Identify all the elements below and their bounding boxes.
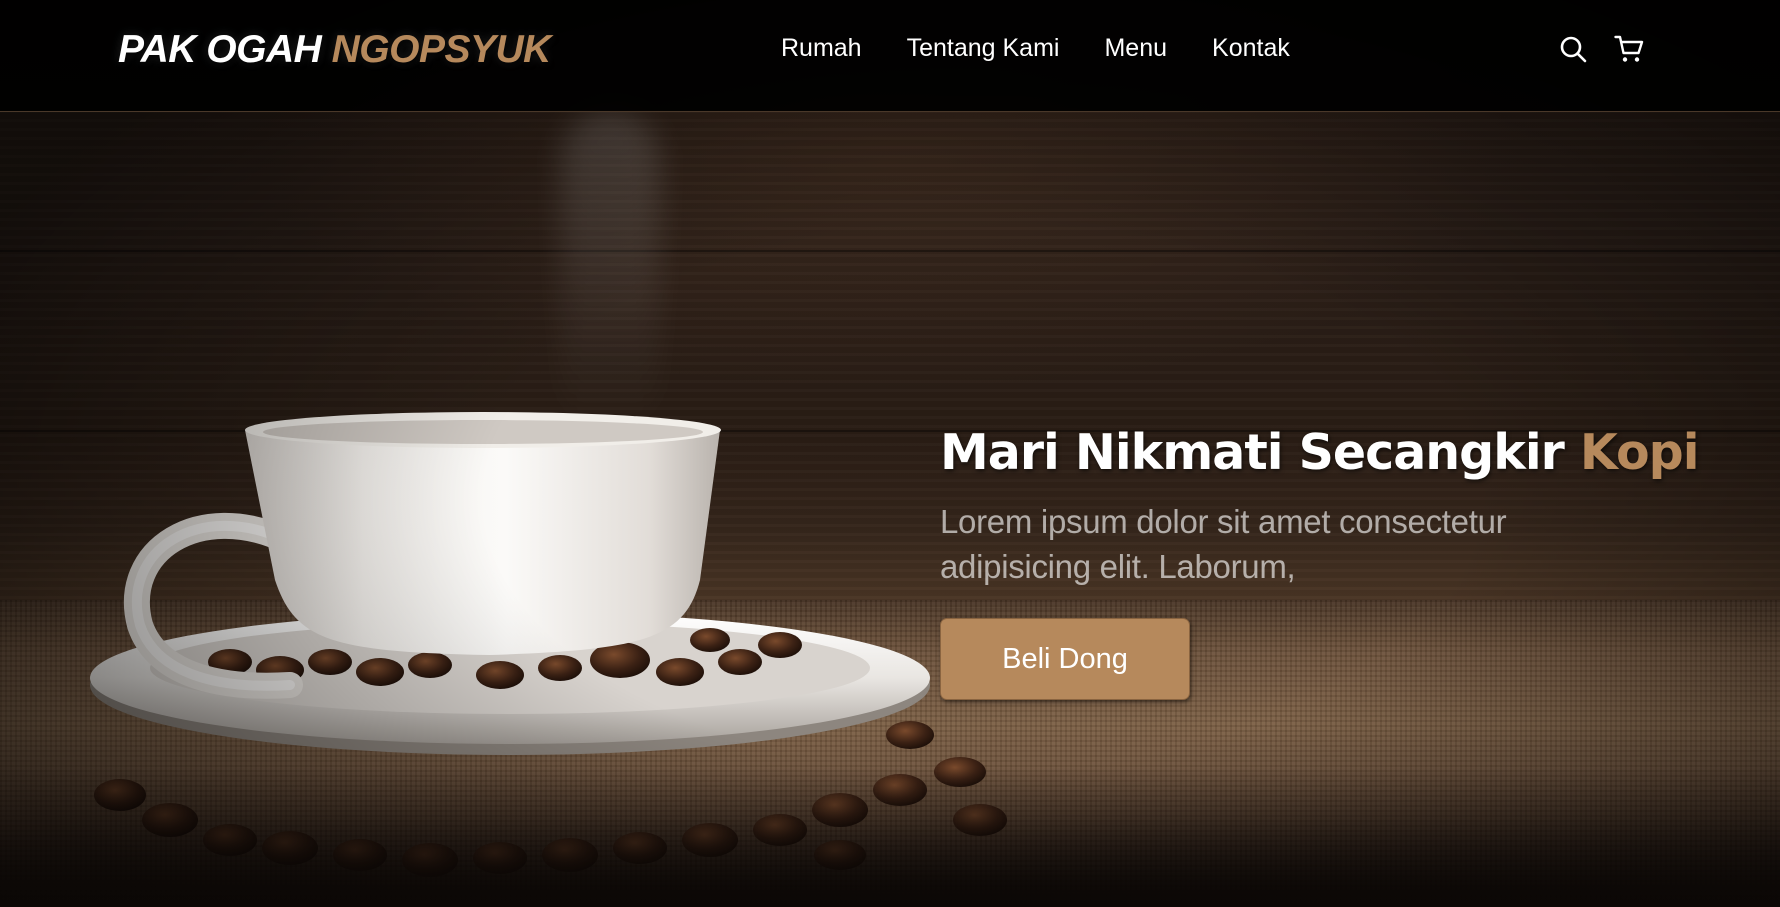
landing-page: PAK OGAH NGOPSYUK Rumah Tentang Kami Men… xyxy=(0,0,1780,907)
bottom-fade xyxy=(0,767,1780,907)
brand-name-primary: PAK OGAH xyxy=(118,28,322,71)
hero-title-accent: Kopi xyxy=(1579,424,1700,481)
nav-links: Rumah Tentang Kami Menu Kontak xyxy=(781,34,1335,63)
hero-description: Lorem ipsum dolor sit amet consectetur a… xyxy=(940,503,1507,585)
hero-title-primary: Mari Nikmati Secangkir xyxy=(940,424,1565,481)
nav-link-tentang-kami[interactable]: Tentang Kami xyxy=(907,34,1060,63)
buy-button[interactable]: Beli Dong xyxy=(940,618,1190,700)
navbar: PAK OGAH NGOPSYUK Rumah Tentang Kami Men… xyxy=(0,0,1780,112)
hero-title: Mari Nikmati Secangkir Kopi xyxy=(940,424,1700,481)
nav-link-rumah[interactable]: Rumah xyxy=(781,34,862,63)
hero-content: Mari Nikmati Secangkir Kopi Lorem ipsum … xyxy=(940,424,1700,700)
brand-name-accent: NGOPSYUK xyxy=(331,28,552,71)
nav-link-kontak[interactable]: Kontak xyxy=(1212,34,1290,63)
nav-link-menu[interactable]: Menu xyxy=(1104,34,1167,63)
search-icon[interactable] xyxy=(1558,34,1588,64)
shopping-cart-icon[interactable] xyxy=(1614,34,1644,64)
brand-logo[interactable]: PAK OGAH NGOPSYUK xyxy=(118,28,551,72)
nav-icons xyxy=(1558,34,1644,64)
